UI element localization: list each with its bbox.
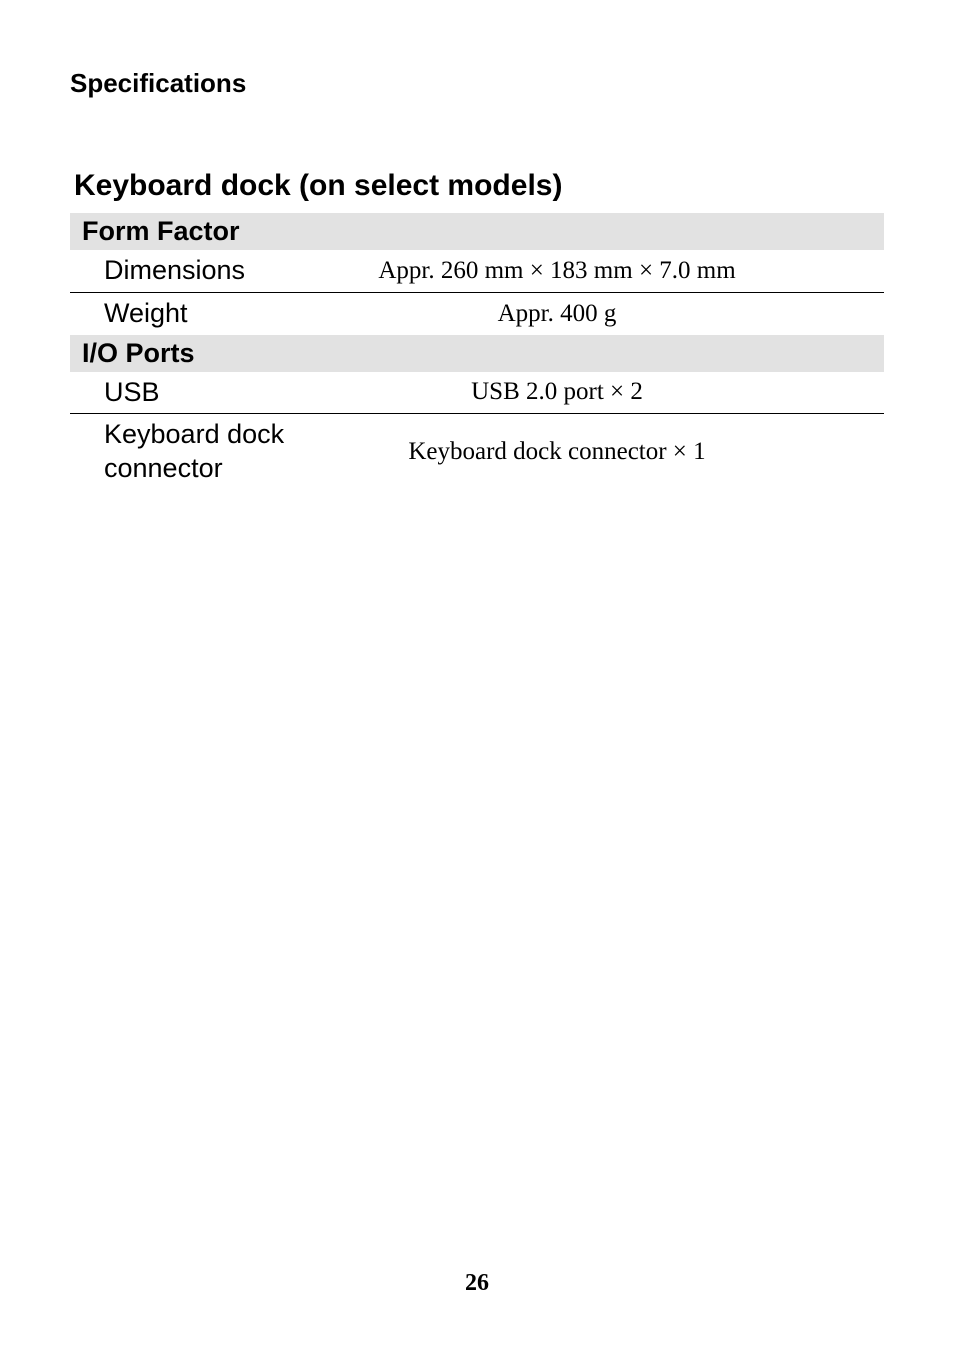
table-row: Weight Appr. 400 g [70,292,884,334]
spec-value: Appr. 260 mm × 183 mm × 7.0 mm [300,250,884,292]
page-number: 26 [0,1270,954,1297]
specifications-table: Form Factor Dimensions Appr. 260 mm × 18… [70,213,884,490]
table-row: Dimensions Appr. 260 mm × 183 mm × 7.0 m… [70,250,884,292]
table-row: Keyboard dock connector Keyboard dock co… [70,414,884,490]
group-label: Form Factor [70,213,884,250]
spec-value: Keyboard dock connector × 1 [300,414,884,490]
spec-label: USB [70,372,300,414]
page-header: Specifications [70,68,884,99]
spec-value: USB 2.0 port × 2 [300,372,884,414]
spec-label: Weight [70,292,300,334]
section-title: Keyboard dock (on select models) [70,169,884,203]
group-label: I/O Ports [70,335,884,372]
group-row-io-ports: I/O Ports [70,335,884,372]
table-row: USB USB 2.0 port × 2 [70,372,884,414]
spec-label: Dimensions [70,250,300,292]
page-container: Specifications Keyboard dock (on select … [0,0,954,1345]
spec-label: Keyboard dock connector [70,414,300,490]
spec-value: Appr. 400 g [300,292,884,334]
group-row-form-factor: Form Factor [70,213,884,250]
